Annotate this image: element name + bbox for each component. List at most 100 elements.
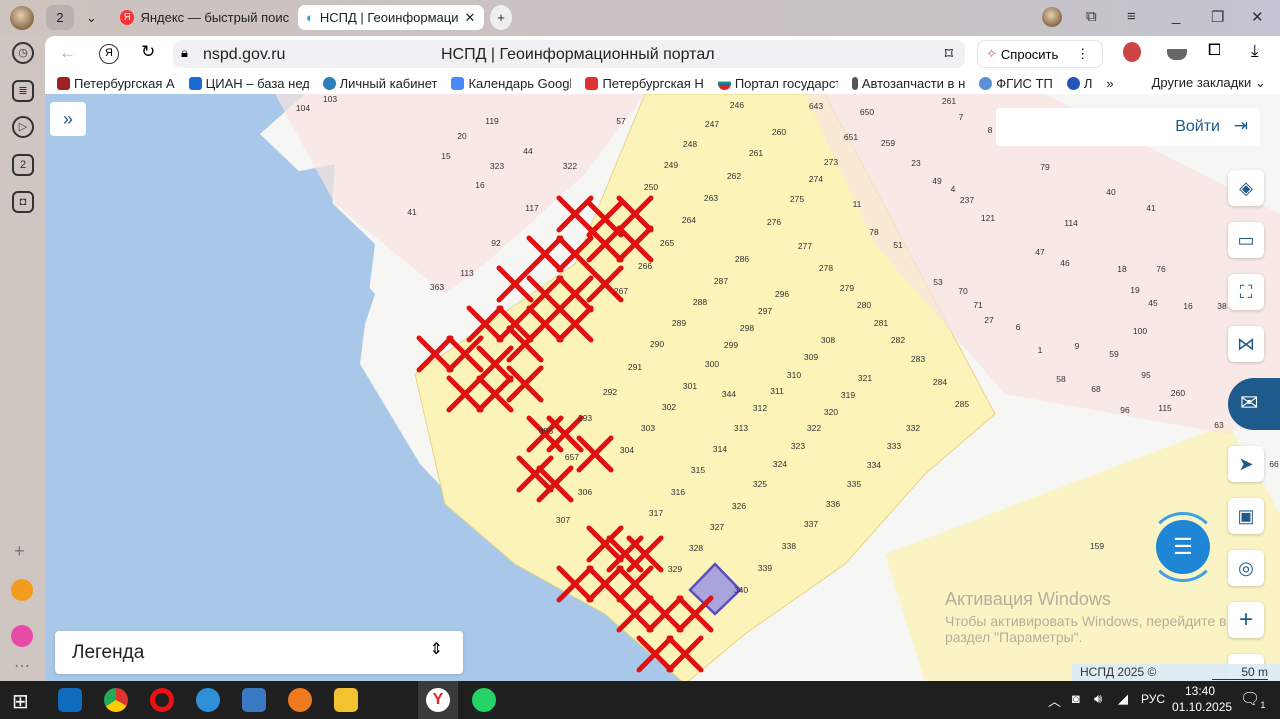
yellow-parcel-label[interactable]: 301 <box>683 381 697 391</box>
add-icon[interactable]: + <box>14 541 25 562</box>
pink-parcel-label[interactable]: 16 <box>1183 301 1192 311</box>
pink-parcel-label[interactable]: 115 <box>1158 403 1172 413</box>
tray-chevron-icon[interactable]: ︿ <box>1048 691 1061 710</box>
pink-parcel-label[interactable]: 63 <box>1214 420 1223 430</box>
yellow-parcel-label[interactable]: 329 <box>668 564 682 574</box>
account-avatar[interactable] <box>1042 7 1062 27</box>
yellow-parcel-label[interactable]: 319 <box>841 390 855 400</box>
yellow-parcel-label[interactable]: 263 <box>704 193 718 203</box>
yellow-parcel-label[interactable]: 303 <box>641 423 655 433</box>
yellow-parcel-label[interactable]: 322 <box>807 423 821 433</box>
pink-parcel-label[interactable]: 259 <box>881 138 895 148</box>
sidebar-panel-icon[interactable]: ⧠ <box>1208 42 1221 60</box>
yellow-parcel-label[interactable]: 310 <box>787 370 801 380</box>
screenshot-icon[interactable]: ◘ <box>12 191 34 213</box>
history-icon[interactable]: ◷ <box>12 42 34 64</box>
yellow-parcel-label[interactable]: 288 <box>693 297 707 307</box>
more-vert-icon[interactable]: ⋮ <box>1076 46 1089 62</box>
pink-parcel-label[interactable]: 11 <box>853 199 862 209</box>
tabs-dropdown[interactable]: ⌄ <box>78 5 104 30</box>
yellow-parcel-label[interactable]: 315 <box>691 465 705 475</box>
pink-parcel-label[interactable]: 20 <box>457 131 466 141</box>
yellow-parcel-label[interactable]: 333 <box>887 441 901 451</box>
close-window-button[interactable]: ✕ <box>1251 8 1264 26</box>
pink-parcel-label[interactable]: 4 <box>951 184 956 194</box>
yellow-parcel-label[interactable]: 656 <box>539 426 553 436</box>
pink-parcel-label[interactable]: 76 <box>1156 264 1165 274</box>
yellow-parcel-label[interactable]: 317 <box>649 508 663 518</box>
pink-parcel-label[interactable]: 66 <box>1269 459 1278 469</box>
pink-parcel-label[interactable]: 53 <box>933 277 942 287</box>
whatsapp-icon[interactable] <box>472 688 496 712</box>
yellow-parcel-label[interactable]: 281 <box>874 318 888 328</box>
yellow-parcel-label[interactable]: 246 <box>730 100 744 110</box>
pink-parcel-label[interactable]: 121 <box>981 213 995 223</box>
yellow-parcel-label[interactable]: 304 <box>620 445 634 455</box>
more-bookmarks-button[interactable]: » <box>1106 76 1113 91</box>
pink-parcel-label[interactable]: 38 <box>1217 301 1226 311</box>
yellow-parcel-label[interactable]: 260 <box>772 127 786 137</box>
bookmark-icon[interactable]: ⌑ <box>945 44 953 64</box>
play-icon[interactable]: ▷ <box>12 116 34 138</box>
address-bar[interactable]: 🔒︎ nspd.gov.ru НСПД | Геоинформационный … <box>173 40 965 68</box>
yellow-parcel-label[interactable]: 283 <box>911 354 925 364</box>
bookmark-item[interactable]: ФГИС ТП <box>979 76 1053 91</box>
pink-parcel-label[interactable]: 9 <box>1075 341 1080 351</box>
yellow-parcel-label[interactable]: 262 <box>727 171 741 181</box>
yellow-parcel-label[interactable]: 335 <box>847 479 861 489</box>
bookmark-item[interactable]: Л <box>1066 76 1092 91</box>
yellow-parcel-label[interactable]: 302 <box>662 402 676 412</box>
yellow-parcel-label[interactable]: 250 <box>644 182 658 192</box>
pink-parcel-label[interactable]: 260 <box>1171 388 1185 398</box>
yellow-parcel-label[interactable]: 280 <box>857 300 871 310</box>
yellow-parcel-label[interactable]: 293 <box>578 413 592 423</box>
bookmark-item[interactable]: Личный кабинет <box>322 76 437 91</box>
yellow-parcel-label[interactable]: 306 <box>578 487 592 497</box>
yellow-parcel-label[interactable]: 265 <box>660 238 674 248</box>
yellow-parcel-label[interactable]: 307 <box>556 515 570 525</box>
alice-icon[interactable] <box>11 625 33 647</box>
bookmark-item[interactable]: Петербургская Н <box>585 76 704 91</box>
yellow-parcel-label[interactable]: 316 <box>671 487 685 497</box>
yellow-parcel-label[interactable]: 249 <box>664 160 678 170</box>
extension-icon[interactable] <box>1123 42 1141 62</box>
minimize-button[interactable]: _ <box>1172 8 1180 25</box>
yellow-parcel-label[interactable]: 296 <box>775 289 789 299</box>
pink-parcel-label[interactable]: 103 <box>323 94 337 104</box>
pink-parcel-label[interactable]: 51 <box>893 240 902 250</box>
yellow-parcel-label[interactable]: 323 <box>791 441 805 451</box>
yellow-parcel-label[interactable]: 328 <box>689 543 703 553</box>
yellow-parcel-label[interactable]: 289 <box>672 318 686 328</box>
pink-parcel-label[interactable]: 68 <box>1091 384 1100 394</box>
bookmark-item[interactable]: Календарь Google <box>451 76 571 91</box>
yellow-parcel-label[interactable]: 313 <box>734 423 748 433</box>
expand-collapse-icon[interactable]: ⇕ <box>430 639 443 659</box>
ask-button[interactable]: ✧ Спросить ⋮ <box>977 40 1103 68</box>
pink-parcel-label[interactable]: 40 <box>1106 187 1115 197</box>
pink-parcel-label[interactable]: 643 <box>809 101 823 111</box>
pink-parcel-label[interactable]: 261 <box>942 96 956 106</box>
bookmark-item[interactable]: Портал государст <box>717 76 838 91</box>
expand-panel-button[interactable]: » <box>50 102 86 136</box>
pink-parcel-label[interactable]: 6 <box>1016 322 1021 332</box>
yellow-parcel-label[interactable]: 312 <box>753 403 767 413</box>
pink-parcel-label[interactable]: 41 <box>1146 203 1155 213</box>
pink-parcel-label[interactable]: 159 <box>1090 541 1104 551</box>
extension-icon-2[interactable] <box>1167 49 1187 60</box>
pink-parcel-label[interactable]: 78 <box>869 227 878 237</box>
pink-parcel-label[interactable]: 27 <box>984 315 993 325</box>
pink-parcel-label[interactable]: 70 <box>958 286 967 296</box>
pink-parcel-label[interactable]: 47 <box>1035 247 1044 257</box>
close-icon[interactable]: ✕ <box>465 10 476 26</box>
mail-icon[interactable] <box>11 579 33 601</box>
restore-button[interactable]: ❐ <box>1211 8 1224 26</box>
select-area-button[interactable]: ⛶ <box>1228 274 1264 310</box>
yellow-parcel-label[interactable]: 275 <box>790 194 804 204</box>
gosuslugi-button[interactable]: ✉ <box>1228 378 1280 430</box>
yellow-parcel-label[interactable]: 309 <box>804 352 818 362</box>
yellow-parcel-label[interactable]: 298 <box>740 323 754 333</box>
yellow-parcel-label[interactable]: 339 <box>758 563 772 573</box>
pink-parcel-label[interactable]: 119 <box>485 116 499 126</box>
bookmark-item[interactable]: Автозапчасти в н <box>851 76 965 91</box>
yellow-parcel-label[interactable]: 314 <box>713 444 727 454</box>
